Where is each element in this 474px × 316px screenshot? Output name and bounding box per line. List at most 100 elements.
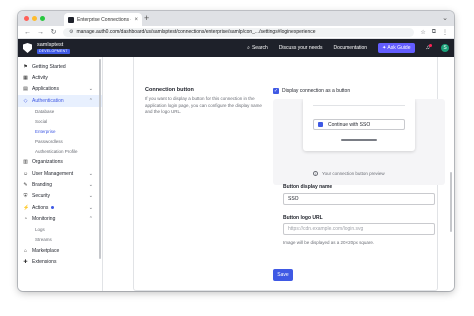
display-name-label: Button display name [283,184,333,190]
extensions-icon[interactable]: ⧉ [432,29,436,36]
display-as-button-checkbox[interactable]: ✓ [273,88,279,94]
discuss-needs-link[interactable]: Discuss your needs [279,45,323,51]
sidebar-item-label: Actions [32,204,49,211]
sidebar-item-activity[interactable]: ▦ Activity [18,72,102,83]
app-header: samlsptest DEVELOPMENT ⌕ Search Discuss y… [18,39,454,57]
save-button[interactable]: Save [273,269,293,281]
bookmark-star-icon[interactable]: ☆ [420,29,425,36]
tenant-environment-badge: DEVELOPMENT [37,48,70,54]
url-field[interactable]: ⚙ manage.auth0.com/dashboard/us/samlsptes… [63,27,415,37]
maximize-window-button[interactable] [40,16,45,21]
ask-guide-button[interactable]: ✦ Ask Guide [378,43,415,53]
sidebar-item-label: Extensions [32,258,57,265]
minimize-window-button[interactable] [32,16,37,21]
window-controls [24,16,45,21]
tab-menu-icon[interactable]: ⌄ [442,14,448,22]
back-button[interactable]: ← [24,29,31,36]
auth0-favicon-icon [68,16,74,23]
sidebar-item-applications[interactable]: ▤ Applications ⌄ [18,84,102,95]
url-text: manage.auth0.com/dashboard/us/samlsptest… [76,28,316,35]
main-content: Connection button If you want to display… [103,57,454,291]
search-label: Search [251,45,268,51]
documentation-link[interactable]: Documentation [333,45,367,51]
pen-icon: ✎ [23,182,28,189]
sidebar-item-user-management[interactable]: ☺ User Management ⌄ [18,168,102,179]
sidebar-item-label: Marketplace [32,247,60,254]
sidebar-scrollbar[interactable] [99,59,101,259]
sidebar-item-label: User Management [32,170,74,177]
sidebar-subitem-streams[interactable]: Streams [18,235,102,245]
button-preview-panel: Continue with SSO i Your connection butt… [273,99,445,185]
chevron-down-icon: ⌄ [88,204,93,211]
logo-url-help: Image will be displayed as a 20×20px squ… [283,240,375,245]
login-preview-card: Continue with SSO [303,99,415,151]
organizations-icon: ▥ [23,159,28,166]
sidebar-subitem-authentication-profile[interactable]: Authentication Profile [18,147,102,157]
forward-button[interactable]: → [37,29,44,36]
user-avatar[interactable]: S [441,44,449,52]
search-button[interactable]: ⌕ Search [247,45,268,51]
notification-dot [429,44,432,47]
sidebar-item-label: Monitoring [32,216,56,223]
preview-divider [313,105,405,106]
activity-icon: ▦ [23,75,28,82]
tab-close-icon[interactable]: × [134,17,138,23]
close-window-button[interactable] [24,16,29,21]
sidebar-subitem-database[interactable]: Database [18,107,102,117]
sidebar-item-security[interactable]: ⛨ Security ⌄ [18,191,102,202]
preview-sso-button: Continue with SSO [313,119,405,130]
section-description: If you want to display a button for this… [145,96,262,114]
chevron-down-icon: ⌄ [88,170,93,177]
chevron-down-icon: ⌄ [88,86,93,93]
sidebar-item-label: Getting Started [32,63,66,70]
logo-url-label: Button logo URL [283,215,323,221]
authentication-icon: ◇ [23,97,28,104]
shield-icon: ⛨ [23,193,28,200]
sidebar-subitem-passwordless[interactable]: Passwordless [18,137,102,147]
auth0-logo-icon[interactable] [23,43,32,53]
sidebar-item-getting-started[interactable]: ⚑ Getting Started [18,61,102,72]
sidebar-item-extensions[interactable]: ✚ Extensions [18,256,102,267]
main-scrollbar[interactable] [450,172,452,232]
sidebar-subitem-logs[interactable]: Logs [18,225,102,235]
sidebar-item-organizations[interactable]: ▥ Organizations [18,157,102,168]
sidebar-item-label: Branding [32,182,53,189]
tab-title: Enterprise Connections - Sa [77,16,131,23]
sidebar-item-label: Security [32,193,51,200]
chevron-down-icon: ⌄ [88,193,93,200]
sidebar-item-label: Applications [32,86,59,93]
preview-caption-text: Your connection button preview [322,171,385,176]
new-tab-button[interactable]: + [144,13,149,24]
sidebar-item-actions[interactable]: ⚡ Actions ⌄ [18,202,102,213]
checkbox-label: Display connection as a button [282,88,351,94]
sso-logo-icon [318,122,323,127]
preview-caption: i Your connection button preview [313,171,385,176]
sidebar-item-label: Authentication [32,97,64,104]
display-name-field[interactable]: SSO [283,193,435,205]
browser-window: Enterprise Connections - Sa × + ⌄ ← → ↻ … [18,11,454,291]
site-info-icon[interactable]: ⚙ [69,29,73,35]
sidebar-item-authentication[interactable]: ◇ Authentication ⌃ [18,95,102,107]
browser-menu-icon[interactable]: ⋮ [442,29,448,36]
section-title: Connection button [145,87,194,93]
sidebar-item-label: Organizations [32,159,63,166]
search-icon: ⌕ [247,45,250,51]
monitoring-icon: ◔ [23,216,28,223]
sidebar-subitem-enterprise[interactable]: Enterprise [18,127,102,137]
display-as-button-option[interactable]: ✓ Display connection as a button [273,88,350,94]
preview-sso-label: Continue with SSO [328,121,371,128]
sidebar-item-monitoring[interactable]: ◔ Monitoring ⌃ [18,214,102,225]
browser-tab[interactable]: Enterprise Connections - Sa × [64,13,142,26]
logo-url-field[interactable]: https://cdn.example.com/login.svg [283,223,435,235]
sidebar-subitem-social[interactable]: Social [18,117,102,127]
sidebar-item-branding[interactable]: ✎ Branding ⌄ [18,179,102,190]
sidebar-item-marketplace[interactable]: ⌂ Marketplace [18,245,102,256]
extensions-puzzle-icon: ✚ [23,258,28,265]
chevron-up-icon: ⌃ [88,97,93,104]
notifications-bell-icon[interactable]: ♫ [426,44,432,51]
sidebar: ⚑ Getting Started ▦ Activity ▤ Applications… [18,57,103,291]
reload-button[interactable]: ↻ [50,28,57,36]
sparkle-icon: ✦ [382,45,387,51]
marketplace-icon: ⌂ [23,247,28,254]
tenant-switcher[interactable]: samlsptest DEVELOPMENT [37,42,70,54]
